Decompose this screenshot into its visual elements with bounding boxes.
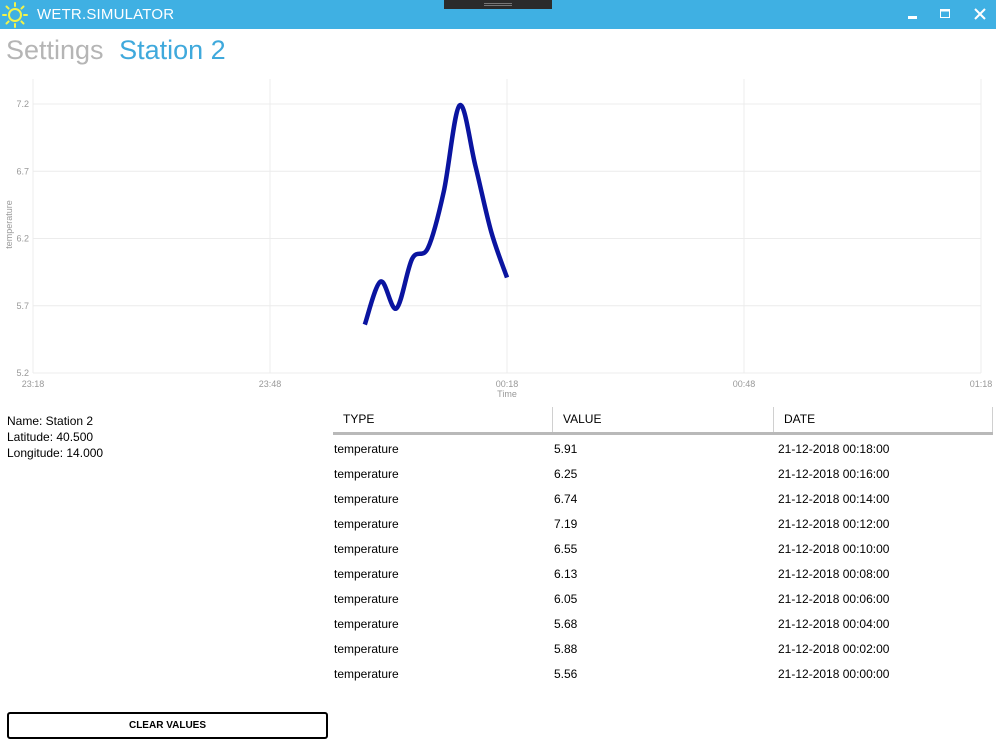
cell-date: 21-12-2018 00:06:00 (778, 592, 890, 606)
minimize-icon[interactable] (902, 4, 924, 24)
table-row[interactable]: temperature 6.13 21-12-2018 00:08:00 (333, 560, 993, 585)
drag-handle[interactable] (444, 0, 552, 9)
table-row[interactable]: temperature 5.56 21-12-2018 00:00:00 (333, 660, 993, 685)
cell-type: temperature (334, 467, 399, 481)
cell-value: 5.88 (554, 642, 578, 656)
title-bar[interactable]: WETR.SIMULATOR (0, 0, 996, 29)
table-row[interactable]: temperature 6.55 21-12-2018 00:10:00 (333, 535, 993, 560)
table-row[interactable]: temperature 5.88 21-12-2018 00:02:00 (333, 635, 993, 660)
cell-value: 7.19 (554, 517, 578, 531)
x-tick-label: 23:48 (259, 379, 282, 389)
cell-date: 21-12-2018 00:04:00 (778, 617, 890, 631)
y-tick-label: 6.7 (16, 166, 29, 176)
cell-type: temperature (334, 667, 399, 681)
y-axis-label: temperature (4, 200, 14, 249)
page-header: Settings Station 2 (6, 35, 226, 66)
cell-value: 6.13 (554, 567, 578, 581)
table-row[interactable]: temperature 6.05 21-12-2018 00:06:00 (333, 585, 993, 610)
cell-value: 6.55 (554, 542, 578, 556)
cell-date: 21-12-2018 00:12:00 (778, 517, 890, 531)
sun-icon (2, 2, 28, 28)
table-body: temperature 5.91 21-12-2018 00:18:00 tempe… (333, 435, 993, 685)
temperature-chart: 5.2 5.7 6.2 6.7 7.2 23:18 23:48 00:18 00:48 01:18… (4, 79, 993, 399)
cell-date: 21-12-2018 00:18:00 (778, 442, 890, 456)
y-tick-label: 5.7 (16, 301, 29, 311)
close-icon[interactable] (969, 4, 991, 24)
table-row[interactable]: temperature 5.91 21-12-2018 00:18:00 (333, 435, 993, 460)
x-tick-label: 00:48 (733, 379, 756, 389)
x-axis-label: Time (497, 389, 517, 399)
table-row[interactable]: temperature 5.68 21-12-2018 00:04:00 (333, 610, 993, 635)
y-tick-label: 5.2 (16, 368, 29, 378)
cell-date: 21-12-2018 00:02:00 (778, 642, 890, 656)
station-latitude: Latitude: 40.500 (7, 430, 94, 444)
column-header-type[interactable]: TYPE (333, 407, 553, 432)
cell-type: temperature (334, 567, 399, 581)
cell-date: 21-12-2018 00:00:00 (778, 667, 890, 681)
temperature-series-line (362, 103, 510, 326)
cell-value: 6.05 (554, 592, 578, 606)
cell-value: 5.56 (554, 667, 578, 681)
app-title: WETR.SIMULATOR (37, 6, 175, 23)
cell-date: 21-12-2018 00:08:00 (778, 567, 890, 581)
cell-value: 5.68 (554, 617, 578, 631)
cell-value: 5.91 (554, 442, 578, 456)
station-longitude: Longitude: 14.000 (7, 446, 104, 460)
cell-type: temperature (334, 617, 399, 631)
y-tick-label: 7.2 (16, 99, 29, 109)
table-row[interactable]: temperature 7.19 21-12-2018 00:12:00 (333, 510, 993, 535)
clear-values-button[interactable]: CLEAR VALUES (7, 712, 328, 739)
station-name: Name: Station 2 (7, 414, 94, 428)
table-row[interactable]: temperature 6.74 21-12-2018 00:14:00 (333, 485, 993, 510)
cell-date: 21-12-2018 00:14:00 (778, 492, 890, 506)
settings-link[interactable]: Settings (6, 35, 104, 65)
cell-type: temperature (334, 492, 399, 506)
cell-type: temperature (334, 542, 399, 556)
cell-value: 6.74 (554, 492, 578, 506)
table-row[interactable]: temperature 6.25 21-12-2018 00:16:00 (333, 460, 993, 485)
x-tick-label: 01:18 (970, 379, 993, 389)
maximize-icon[interactable] (934, 4, 956, 24)
cell-date: 21-12-2018 00:10:00 (778, 542, 890, 556)
measurements-table[interactable]: TYPE VALUE DATE temperature 5.91 21-12-201… (333, 407, 993, 685)
cell-value: 6.25 (554, 467, 578, 481)
y-tick-label: 6.2 (16, 234, 29, 244)
x-tick-label: 00:18 (496, 379, 519, 389)
station-info: Name: Station 2 Latitude: 40.500 Longitu… (7, 413, 103, 461)
station-title: Station 2 (119, 35, 226, 65)
cell-type: temperature (334, 592, 399, 606)
cell-type: temperature (334, 642, 399, 656)
cell-type: temperature (334, 442, 399, 456)
cell-date: 21-12-2018 00:16:00 (778, 467, 890, 481)
column-header-date[interactable]: DATE (774, 407, 993, 432)
column-header-value[interactable]: VALUE (553, 407, 774, 432)
table-header: TYPE VALUE DATE (333, 407, 993, 435)
cell-type: temperature (334, 517, 399, 531)
x-tick-label: 23:18 (22, 379, 45, 389)
